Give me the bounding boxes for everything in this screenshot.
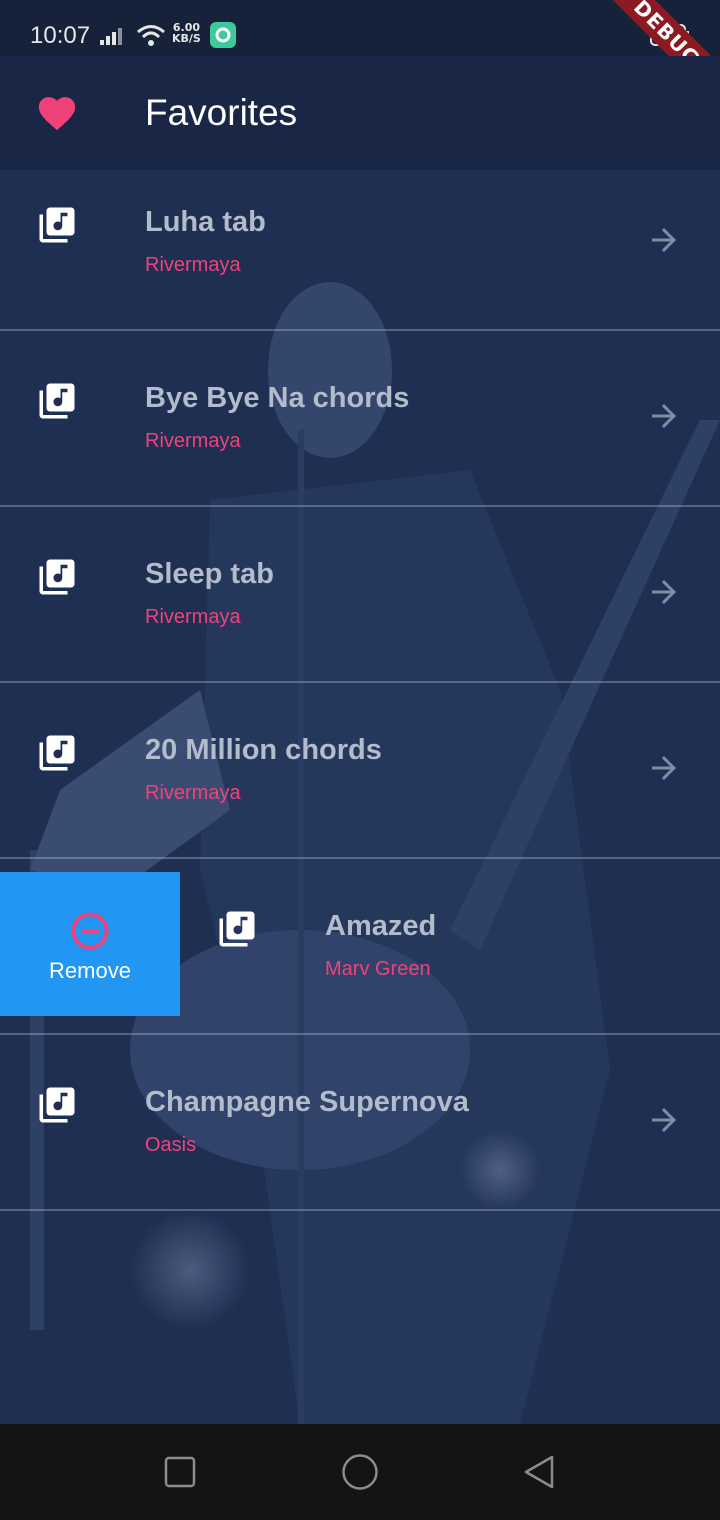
heart-icon: [38, 97, 76, 131]
network-speed: 6.00 KB/S: [172, 21, 201, 45]
song-title: Bye Bye Na chords: [145, 382, 410, 414]
list-item[interactable]: Luha tab Rivermaya: [0, 154, 720, 331]
list-item[interactable]: Bye Bye Na chords Rivermaya: [0, 330, 720, 507]
song-artist: Rivermaya: [145, 254, 241, 276]
status-time: 10:07: [30, 22, 91, 49]
song-title: Luha tab: [145, 206, 266, 238]
song-artist: Rivermaya: [145, 430, 241, 452]
system-nav-bar: [0, 1424, 720, 1520]
list-item[interactable]: Sleep tab Rivermaya: [0, 506, 720, 683]
status-bar: 10:07 6.00 KB/S DEBUG: [0, 0, 720, 118]
arrow-forward-icon[interactable]: [646, 222, 682, 258]
arrow-forward-icon[interactable]: [646, 398, 682, 434]
list-item-swiped[interactable]: Amazed Marv Green: [0, 858, 720, 1035]
arrow-forward-icon[interactable]: [646, 750, 682, 786]
square-icon[interactable]: [164, 1456, 196, 1488]
list-item[interactable]: 20 Million chords Rivermaya: [0, 682, 720, 859]
arrow-forward-icon[interactable]: [646, 574, 682, 610]
screen: 10:07 6.00 KB/S DEBUG Favorites Luha tab…: [0, 0, 720, 1520]
song-artist: Oasis: [145, 1134, 197, 1156]
library-music-icon: [219, 911, 255, 947]
song-title: Champagne Supernova: [145, 1086, 469, 1118]
list-item[interactable]: Champagne Supernova Oasis: [0, 1034, 720, 1211]
library-music-icon: [39, 735, 75, 771]
song-title: Amazed: [325, 910, 437, 942]
signal-wifi-icons: [100, 25, 165, 46]
app-bar: [0, 56, 720, 170]
page-title: Favorites: [145, 92, 298, 133]
circle-icon[interactable]: [341, 1453, 379, 1491]
song-title: 20 Million chords: [145, 734, 382, 766]
library-music-icon: [39, 559, 75, 595]
song-artist: Rivermaya: [145, 606, 241, 628]
song-artist: Rivermaya: [145, 782, 241, 804]
song-title: Sleep tab: [145, 558, 274, 590]
arrow-forward-icon[interactable]: [646, 1102, 682, 1138]
signal-icon: [100, 28, 122, 45]
library-music-icon: [39, 383, 75, 419]
song-artist: Marv Green: [325, 958, 431, 980]
wifi-icon: [137, 25, 165, 46]
library-music-icon: [39, 1087, 75, 1123]
app-notification-icon: [210, 22, 236, 48]
triangle-back-icon[interactable]: [522, 1454, 556, 1490]
library-music-icon: [39, 207, 75, 243]
